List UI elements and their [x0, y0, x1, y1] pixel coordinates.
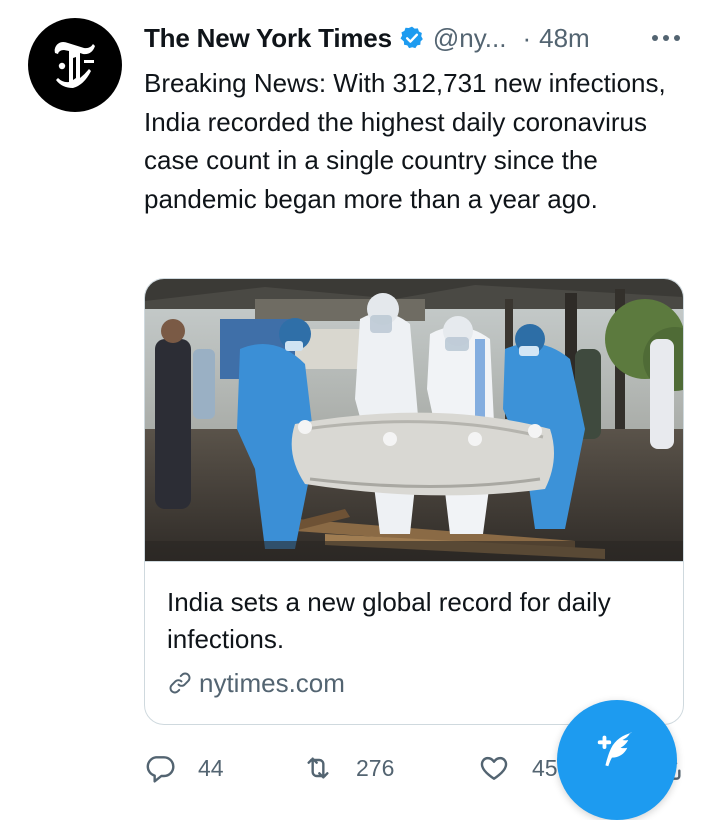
card-title: India sets a new global record for daily… — [167, 587, 611, 654]
link-card[interactable]: India sets a new global record for daily… — [144, 278, 684, 725]
author-display-name[interactable]: The New York Times — [144, 23, 392, 54]
tweet-timestamp[interactable]: 48m — [539, 23, 590, 54]
card-domain-row: nytimes.com — [167, 666, 345, 700]
link-icon — [167, 670, 193, 696]
nyt-t-logo-icon — [54, 42, 95, 88]
reply-button[interactable]: 44 — [144, 750, 224, 786]
heart-icon — [478, 752, 510, 784]
reply-icon — [144, 752, 176, 784]
compose-tweet-button[interactable] — [557, 700, 677, 820]
author-handle[interactable]: @ny... — [433, 23, 507, 54]
retweet-icon — [302, 752, 334, 784]
like-count: 45 — [532, 754, 558, 781]
tweet-text: Breaking News: With 312,731 new infectio… — [144, 68, 666, 214]
tweet-header: The New York Times @ny... · 48m — [144, 18, 689, 58]
retweet-count: 276 — [356, 754, 395, 781]
more-dots-icon — [652, 35, 680, 41]
time-separator: · — [522, 22, 532, 53]
reply-count: 44 — [198, 754, 224, 781]
more-options-button[interactable] — [649, 26, 683, 50]
card-domain: nytimes.com — [199, 667, 345, 698]
retweet-button[interactable]: 276 — [302, 750, 394, 786]
like-button[interactable]: 45 — [478, 750, 558, 786]
author-avatar[interactable] — [28, 18, 122, 112]
news-photo — [145, 279, 683, 561]
card-image — [145, 279, 683, 562]
verified-badge-icon — [399, 25, 425, 51]
compose-quill-icon — [597, 732, 633, 767]
